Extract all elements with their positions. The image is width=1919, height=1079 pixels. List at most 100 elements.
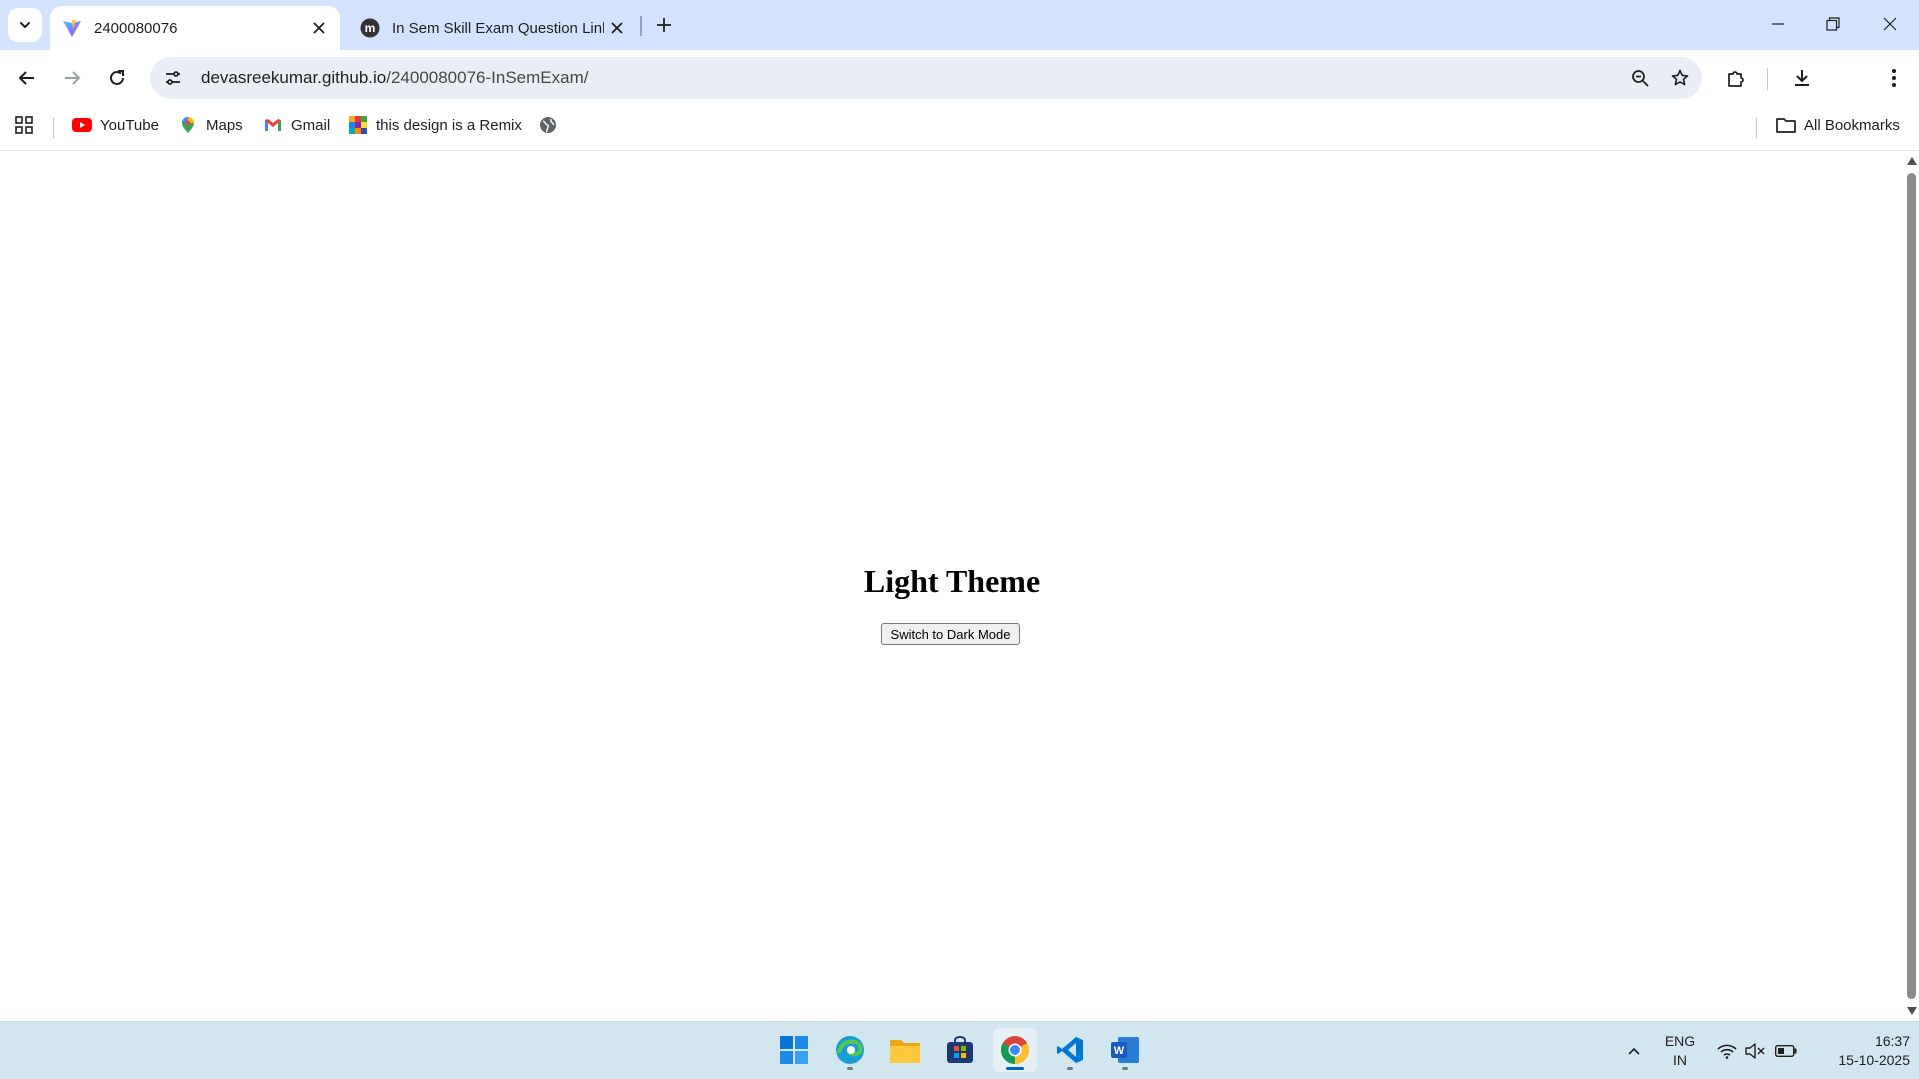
word-icon: W: [1111, 1037, 1139, 1063]
vertical-scrollbar[interactable]: [1904, 151, 1919, 1021]
taskbar-file-explorer[interactable]: [883, 1028, 927, 1072]
star-icon[interactable]: [1662, 60, 1698, 96]
taskbar-chrome[interactable]: [993, 1028, 1037, 1072]
zoom-icon[interactable]: [1622, 60, 1658, 96]
bookmark-maps[interactable]: Maps: [178, 106, 243, 144]
all-bookmarks-button[interactable]: All Bookmarks: [1776, 106, 1900, 144]
volume-status[interactable]: [1744, 1022, 1766, 1079]
clock-time: 16:37: [1874, 1033, 1910, 1049]
taskbar-store[interactable]: [938, 1028, 982, 1072]
taskbar-word[interactable]: W: [1103, 1028, 1147, 1072]
chevron-down-icon: [20, 22, 30, 28]
svg-text:m: m: [365, 21, 376, 35]
scroll-up-arrow-icon[interactable]: [1907, 157, 1917, 165]
extensions-button[interactable]: [1718, 60, 1754, 96]
page-title: Light Theme: [863, 563, 1041, 599]
moodle-logo-icon: m: [360, 18, 380, 38]
scroll-down-arrow-icon[interactable]: [1907, 1007, 1917, 1015]
back-button[interactable]: [9, 60, 45, 96]
store-icon: [947, 1036, 973, 1063]
tab-title: 2400080076: [94, 19, 178, 37]
bookmarks-bar: YouTube Maps Gmail this design is a Remi…: [0, 106, 1919, 150]
bookmarks-separator: [1756, 118, 1757, 138]
tab-title: In Sem Skill Exam Question Link: [392, 19, 604, 37]
taskbar-vscode[interactable]: [1048, 1028, 1092, 1072]
browser-toolbar: devasreekumar.github.io/2400080076-InSem…: [0, 50, 1919, 158]
arrow-right-icon: [65, 71, 81, 85]
page-content: Light Theme Switch to Dark Mode: [0, 151, 1904, 1021]
system-clock[interactable]: 16:37 15-10-2025: [1810, 1032, 1910, 1070]
tab-active[interactable]: 2400080076: [50, 6, 340, 50]
bookmark-label: YouTube: [100, 116, 159, 134]
url-host: devasreekumar.github.io: [201, 68, 387, 87]
site-info-icon[interactable]: [155, 60, 191, 96]
globe-icon: [538, 115, 558, 135]
bookmark-gmail[interactable]: Gmail: [263, 106, 330, 144]
bookmark-label: Gmail: [291, 116, 331, 134]
maps-icon: [178, 115, 198, 135]
region-code: IN: [1673, 1052, 1687, 1068]
tab-search-button[interactable]: [8, 8, 42, 42]
taskbar-edge[interactable]: [828, 1028, 872, 1072]
url-text[interactable]: devasreekumar.github.io/2400080076-InSem…: [201, 68, 1622, 88]
screen: 2400080076 m In Sem Skill Exam Question …: [0, 0, 1919, 1079]
running-indicator: [1122, 1067, 1128, 1070]
puzzle-piece-icon: [1728, 71, 1744, 87]
restore-button[interactable]: [1813, 8, 1853, 40]
folder-outline-icon: [1776, 115, 1796, 135]
minimize-button[interactable]: [1758, 8, 1798, 40]
gmail-icon: [263, 115, 283, 135]
apps-button[interactable]: [14, 106, 42, 144]
toolbar-divider: [1767, 68, 1768, 90]
running-indicator: [1067, 1067, 1073, 1070]
new-tab-button[interactable]: [650, 11, 678, 39]
restore-icon: [1826, 17, 1840, 31]
bookmark-globe[interactable]: [538, 106, 566, 144]
battery-status[interactable]: [1774, 1022, 1798, 1079]
bookmark-label: Maps: [206, 116, 243, 134]
close-tab-icon[interactable]: [306, 15, 332, 41]
minimize-icon: [1772, 23, 1784, 25]
forward-button[interactable]: [54, 60, 90, 96]
close-icon: [1883, 17, 1897, 31]
url-path: /2400080076-InSemExam/: [386, 68, 589, 87]
scroll-thumb[interactable]: [1907, 173, 1916, 999]
kebab-menu-icon: [1892, 69, 1896, 87]
apps-grid-icon: [14, 115, 34, 135]
bookmarks-separator: [53, 118, 54, 138]
tab-strip: 2400080076 m In Sem Skill Exam Question …: [0, 0, 1919, 50]
language-indicator[interactable]: ENG IN: [1662, 1032, 1698, 1070]
menu-button[interactable]: [1876, 60, 1912, 96]
close-window-button[interactable]: [1870, 8, 1910, 40]
close-tab-icon[interactable]: [604, 15, 630, 41]
bookmark-label: this design is a Remix: [376, 116, 522, 134]
arrow-left-icon: [18, 71, 34, 85]
active-indicator: [1006, 1067, 1024, 1070]
bookmark-youtube[interactable]: YouTube: [72, 106, 159, 144]
svg-text:W: W: [1114, 1045, 1125, 1057]
chevron-up-icon: [1628, 1047, 1640, 1055]
reload-button[interactable]: [99, 60, 135, 96]
plus-icon: [657, 18, 671, 32]
dark-mode-toggle-button[interactable]: Switch to Dark Mode: [881, 623, 1020, 645]
vite-logo-icon: [62, 18, 82, 38]
reload-icon: [110, 70, 124, 85]
chrome-icon: [1001, 1036, 1029, 1064]
wifi-status[interactable]: [1716, 1022, 1738, 1079]
grid-favicon-icon: [348, 115, 368, 135]
start-button[interactable]: [772, 1028, 816, 1072]
battery-icon: [1775, 1045, 1797, 1057]
taskbar: W ENG IN 16:37 15-10-2025: [0, 1021, 1919, 1079]
show-hidden-icons-button[interactable]: [1620, 1022, 1648, 1079]
edge-icon: [836, 1036, 864, 1064]
tab-separator: [640, 16, 642, 36]
language-code: ENG: [1664, 1033, 1696, 1049]
vscode-icon: [1057, 1037, 1083, 1063]
downloads-button[interactable]: [1784, 60, 1820, 96]
download-icon: [1795, 70, 1809, 86]
tab-inactive[interactable]: m In Sem Skill Exam Question Link: [348, 6, 638, 50]
speaker-muted-icon: [1745, 1043, 1765, 1059]
bookmark-remix[interactable]: this design is a Remix: [348, 106, 522, 144]
address-bar[interactable]: devasreekumar.github.io/2400080076-InSem…: [150, 57, 1702, 99]
running-indicator: [847, 1067, 853, 1070]
